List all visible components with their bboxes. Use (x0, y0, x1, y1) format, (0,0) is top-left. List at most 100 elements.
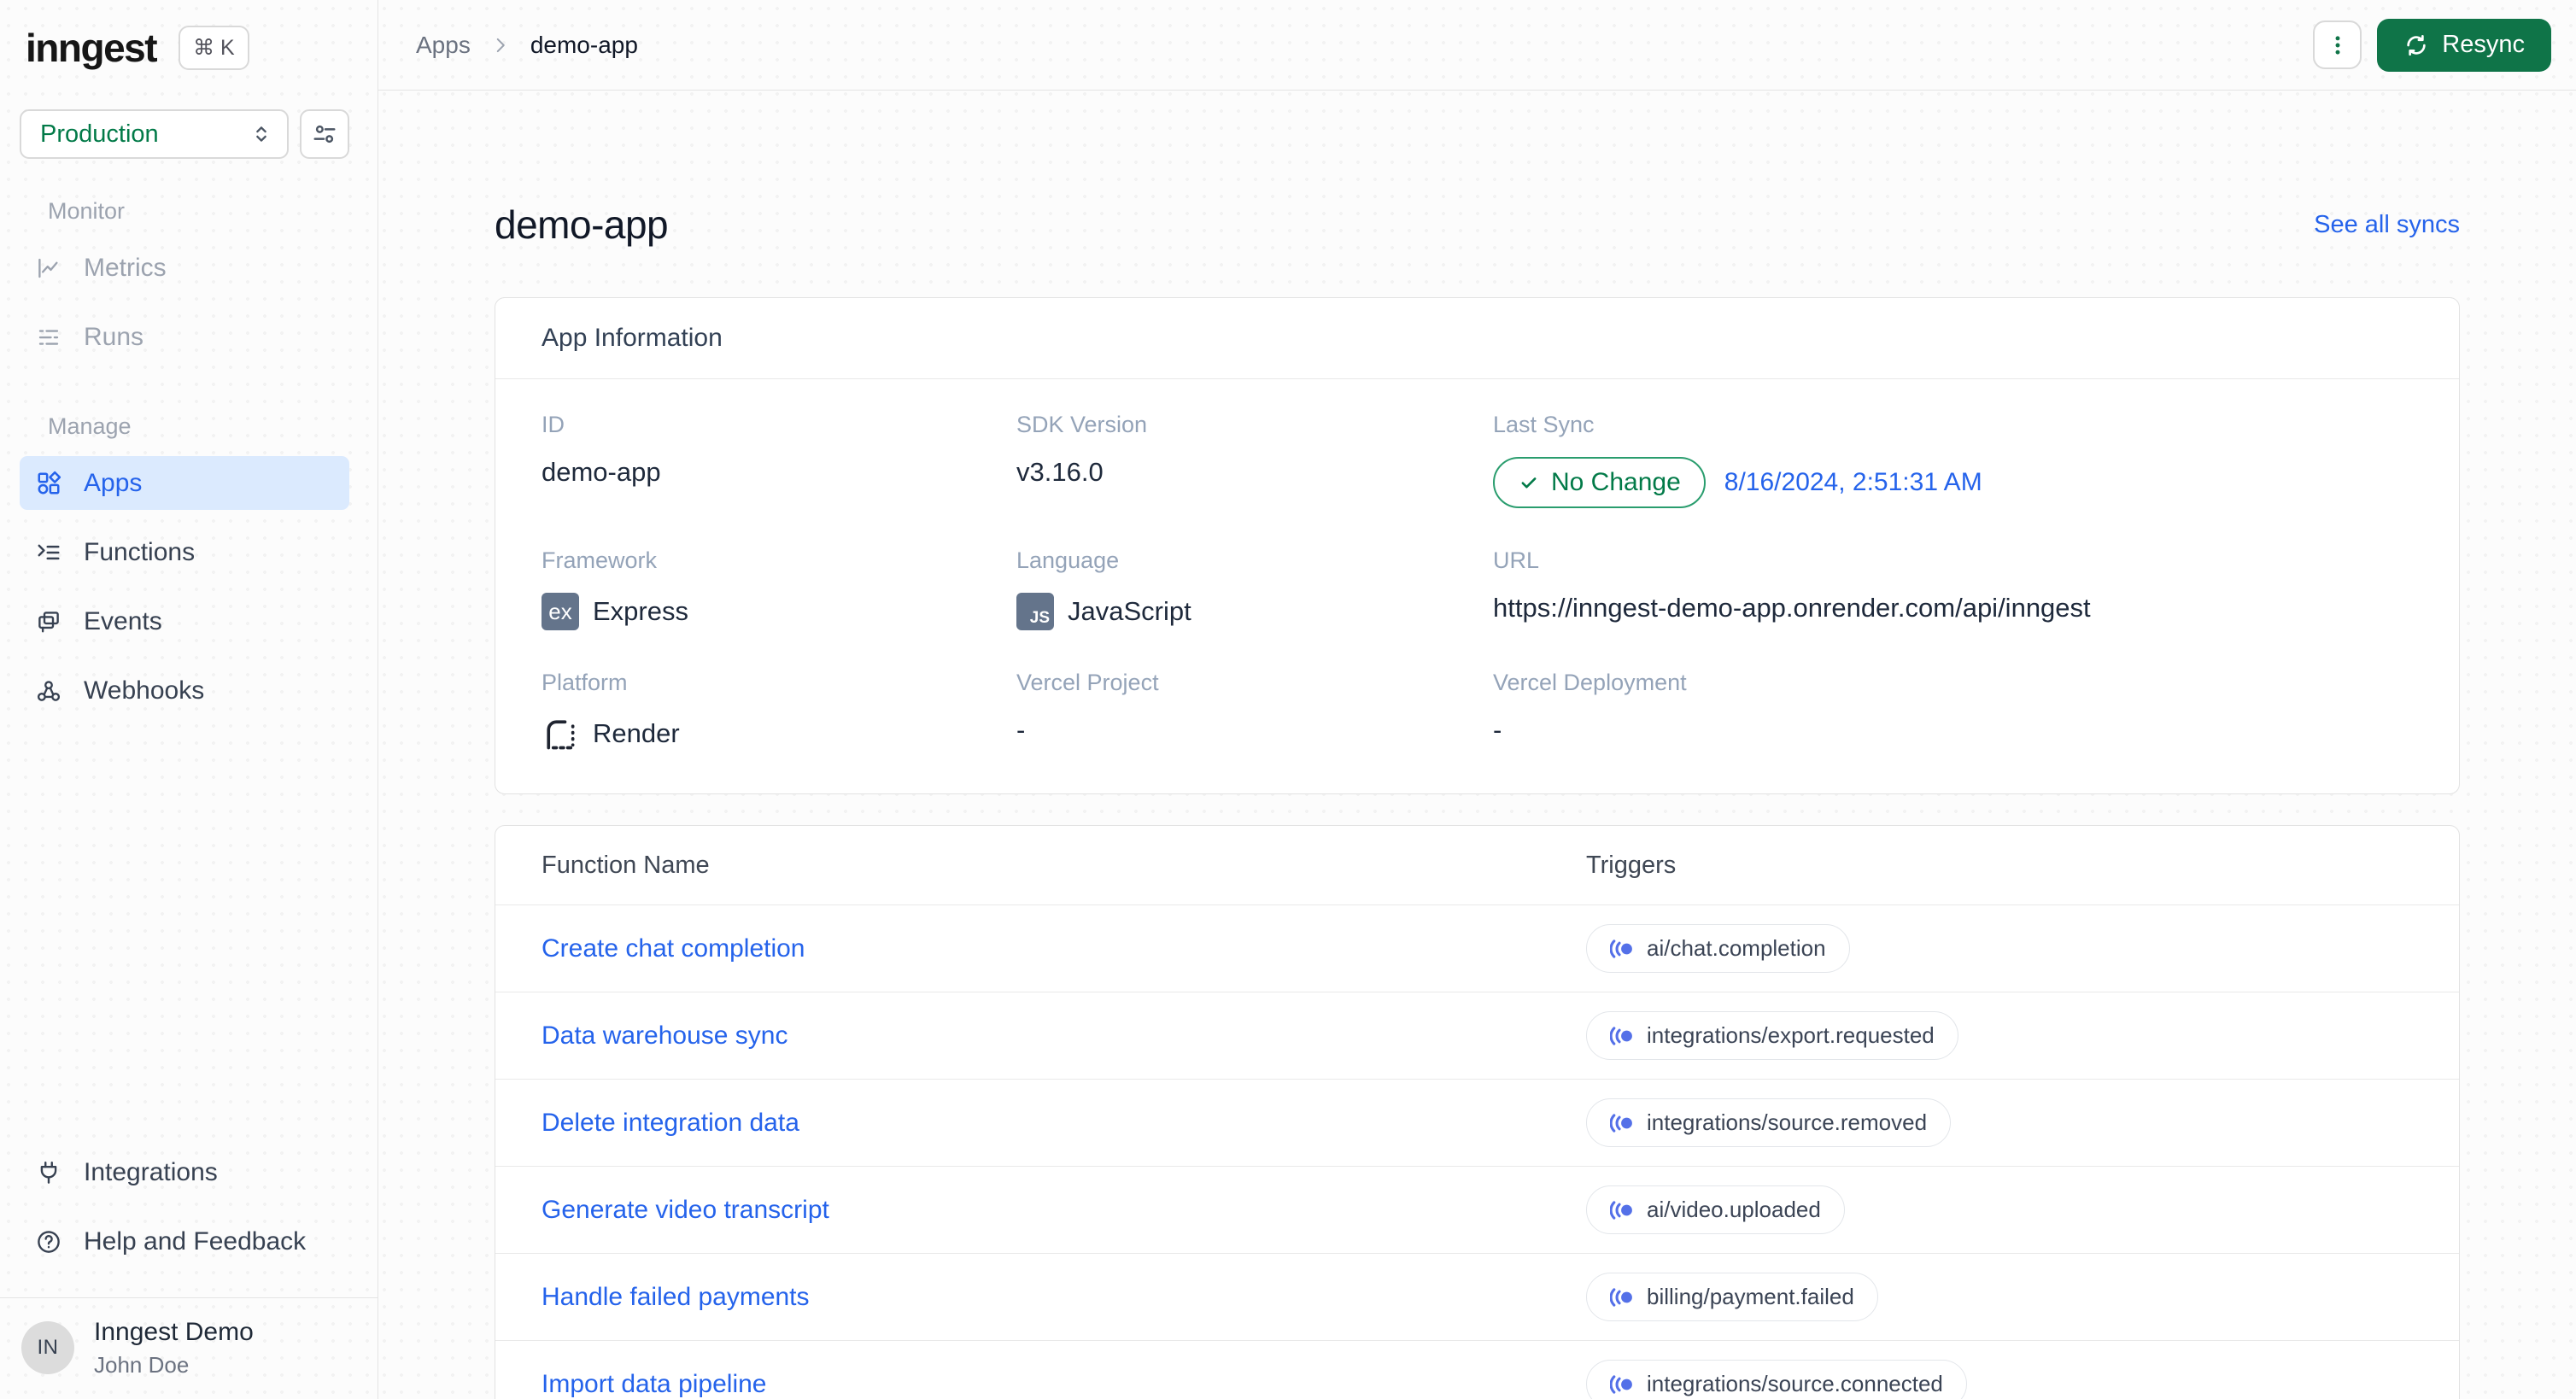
pulse-icon (1610, 939, 1634, 958)
app-information-card: App Information ID demo-app SDK Version … (495, 297, 2460, 794)
environment-settings-button[interactable] (300, 109, 349, 159)
field-label: Framework (542, 547, 658, 573)
user-name: John Doe (94, 1352, 190, 1378)
field-value: ex Express (542, 593, 1016, 630)
events-icon (36, 609, 61, 635)
environment-select[interactable]: Production (20, 109, 289, 159)
table-row: Import data pipeline integrations/source… (495, 1340, 2459, 1399)
trigger-pill[interactable]: ai/chat.completion (1586, 924, 1850, 973)
sidebar: inngest ⌘ K Production Monitor Metrics R… (0, 0, 378, 1399)
sidebar-section-monitor: Monitor (48, 198, 126, 224)
function-link[interactable]: Handle failed payments (542, 1283, 810, 1311)
field-last-sync: Last Sync No Change 8/16/2024, 2:51:31 A… (1493, 412, 2413, 508)
check-icon (1518, 471, 1540, 494)
environment-row: Production (20, 109, 349, 159)
field-url: URL https://inngest-demo-app.onrender.co… (1493, 547, 2413, 630)
runs-icon (36, 325, 61, 350)
user-menu[interactable]: IN Inngest Demo John Doe (20, 1318, 349, 1379)
webhooks-icon (36, 678, 61, 704)
no-change-label: No Change (1551, 468, 1681, 496)
field-label: Language (1016, 547, 1120, 573)
sidebar-item-label: Integrations (84, 1158, 218, 1186)
function-link[interactable]: Import data pipeline (542, 1370, 767, 1398)
sidebar-item-integrations[interactable]: Integrations (20, 1146, 349, 1200)
field-label: Vercel Deployment (1493, 670, 1687, 695)
question-circle-icon (36, 1229, 61, 1255)
trigger-name: integrations/source.connected (1647, 1371, 1943, 1396)
field-label: Vercel Project (1016, 670, 1159, 695)
resync-label: Resync (2442, 31, 2525, 58)
express-icon: ex (542, 593, 579, 630)
sidebar-item-functions[interactable]: Functions (20, 525, 349, 579)
sidebar-divider (0, 1297, 378, 1298)
trigger-name: integrations/source.removed (1647, 1109, 1928, 1135)
render-icon (542, 715, 579, 752)
app-url: https://inngest-demo-app.onrender.com/ap… (1493, 593, 2091, 623)
trigger-name: billing/payment.failed (1647, 1284, 1854, 1309)
trigger-pill[interactable]: integrations/export.requested (1586, 1011, 1958, 1060)
see-all-syncs-link[interactable]: See all syncs (2314, 211, 2460, 239)
sidebar-item-events[interactable]: Events (20, 594, 349, 648)
field-value: v3.16.0 (1016, 457, 1104, 487)
trigger-pill[interactable]: integrations/source.connected (1586, 1360, 1967, 1399)
field-sdk-version: SDK Version v3.16.0 (1016, 412, 1493, 508)
chevron-up-down-icon (249, 122, 273, 146)
field-value: - (1016, 715, 1026, 745)
user-info: Inngest Demo John Doe (94, 1318, 254, 1379)
trigger-pill[interactable]: integrations/source.removed (1586, 1098, 1952, 1147)
sidebar-item-webhooks[interactable]: Webhooks (20, 664, 349, 717)
functions-table-header: Function Name Triggers (495, 826, 2459, 904)
sidebar-item-label: Runs (84, 322, 144, 351)
field-vercel-project: Vercel Project - (1016, 670, 1493, 752)
trigger-pill[interactable]: billing/payment.failed (1586, 1273, 1878, 1321)
inngest-logo: inngest (26, 26, 158, 70)
trigger-pill[interactable]: ai/video.uploaded (1586, 1185, 1845, 1234)
user-org: Inngest Demo (94, 1317, 254, 1346)
function-link[interactable]: Generate video transcript (542, 1196, 829, 1224)
metrics-icon (36, 255, 61, 281)
sidebar-item-apps[interactable]: Apps (20, 456, 349, 510)
field-framework: Framework ex Express (542, 547, 1016, 630)
sidebar-footer: Integrations Help and Feedback IN Innges… (0, 1146, 378, 1379)
field-value: - (1493, 715, 1502, 745)
field-platform: Platform Render (542, 670, 1016, 752)
app-information-grid: ID demo-app SDK Version v3.16.0 Last Syn… (495, 379, 2459, 793)
table-row: Generate video transcript ai/video.uploa… (495, 1166, 2459, 1253)
field-value: JS JavaScript (1016, 593, 1493, 630)
trigger-name: integrations/export.requested (1647, 1022, 1935, 1048)
sidebar-item-label: Help and Feedback (84, 1227, 307, 1256)
breadcrumb-demo-app[interactable]: demo-app (530, 32, 638, 59)
resync-button[interactable]: Resync (2377, 18, 2551, 72)
sliders-icon (312, 121, 337, 147)
framework-name: Express (593, 596, 688, 626)
sync-icon (2403, 32, 2429, 58)
sidebar-item-metrics[interactable]: Metrics (20, 241, 349, 295)
function-link[interactable]: Data warehouse sync (542, 1021, 788, 1050)
sidebar-item-runs[interactable]: Runs (20, 310, 349, 364)
function-link[interactable]: Delete integration data (542, 1109, 799, 1137)
trigger-name: ai/video.uploaded (1647, 1197, 1821, 1222)
functions-icon (36, 540, 61, 565)
table-row: Delete integration data integrations/sou… (495, 1079, 2459, 1166)
last-sync-timestamp-link[interactable]: 8/16/2024, 2:51:31 AM (1724, 468, 1982, 497)
breadcrumb: Apps demo-app (416, 32, 638, 59)
sidebar-section-manage: Manage (48, 413, 132, 439)
field-language: Language JS JavaScript (1016, 547, 1493, 630)
avatar: IN (21, 1321, 74, 1375)
last-sync-value: No Change 8/16/2024, 2:51:31 AM (1493, 457, 2413, 508)
app-information-title: App Information (495, 298, 2459, 379)
title-row: demo-app See all syncs (495, 202, 2460, 248)
language-name: JavaScript (1068, 596, 1191, 626)
column-function-name: Function Name (542, 851, 710, 879)
topbar: Apps demo-app Resync (378, 0, 2576, 91)
field-label: ID (542, 412, 565, 437)
table-row: Handle failed payments billing/payment.f… (495, 1253, 2459, 1340)
pulse-icon (1610, 1026, 1634, 1045)
command-k-shortcut[interactable]: ⌘ K (179, 26, 249, 70)
sidebar-item-help[interactable]: Help and Feedback (20, 1215, 349, 1269)
trigger-name: ai/chat.completion (1647, 935, 1826, 961)
function-link[interactable]: Create chat completion (542, 934, 805, 963)
chevron-right-icon (489, 34, 512, 56)
more-options-button[interactable] (2313, 20, 2362, 69)
breadcrumb-apps[interactable]: Apps (416, 32, 471, 59)
